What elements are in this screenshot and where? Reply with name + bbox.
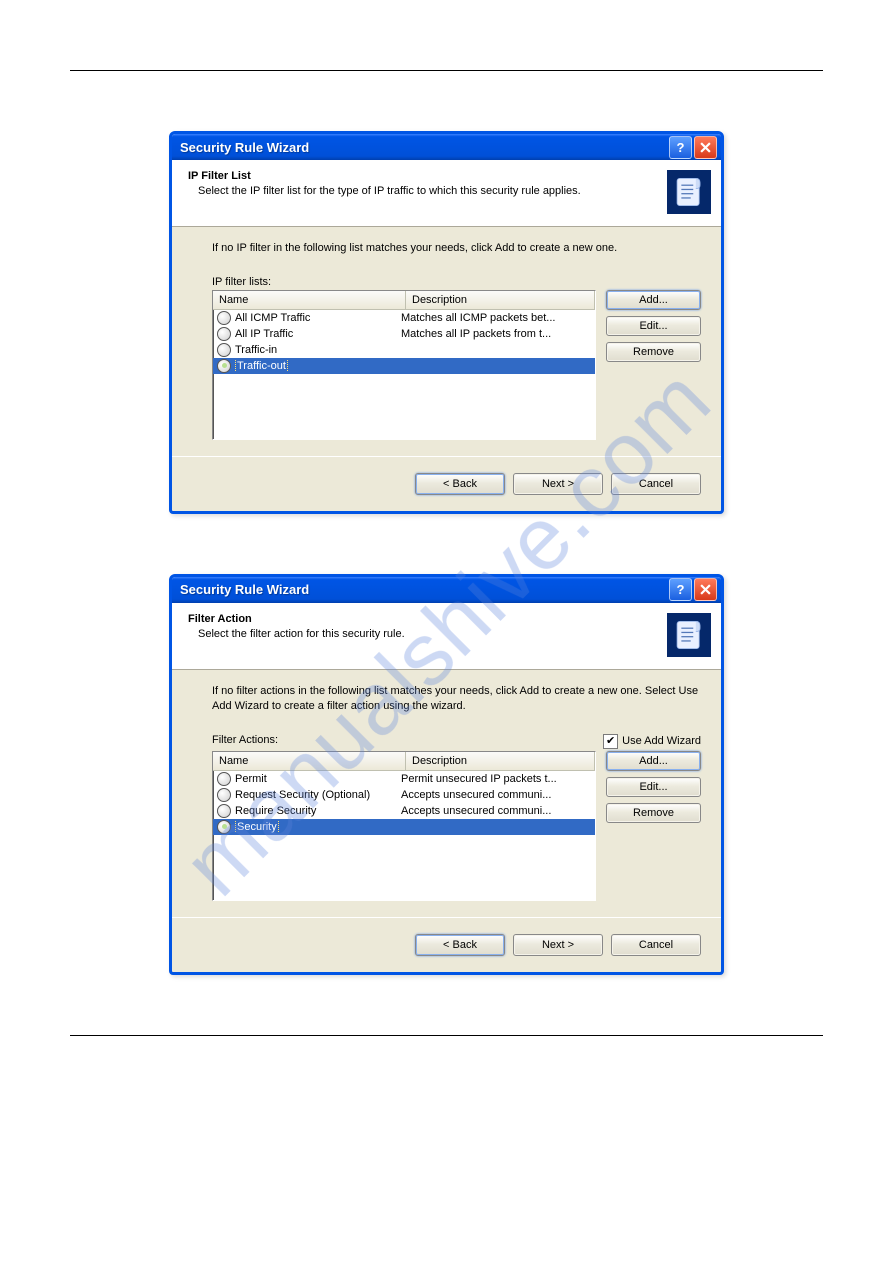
header-title: Filter Action bbox=[188, 613, 659, 625]
list-item-name: Security bbox=[235, 821, 401, 833]
page-bottom-rule bbox=[70, 1035, 823, 1036]
wizard-footer: < Back Next > Cancel bbox=[172, 456, 721, 511]
filter-listbox[interactable]: Name Description All ICMP Traffic Matche… bbox=[212, 290, 596, 440]
help-button[interactable]: ? bbox=[669, 578, 692, 601]
add-button[interactable]: Add... bbox=[606, 751, 701, 771]
radio-icon[interactable] bbox=[217, 820, 231, 834]
wizard-header: Filter Action Select the filter action f… bbox=[172, 603, 721, 670]
next-button[interactable]: Next > bbox=[513, 934, 603, 956]
list-item[interactable]: Require Security Accepts unsecured commu… bbox=[213, 803, 595, 819]
close-button[interactable] bbox=[694, 136, 717, 159]
instruction-text: If no IP filter in the following list ma… bbox=[212, 241, 701, 256]
edit-button[interactable]: Edit... bbox=[606, 777, 701, 797]
help-button[interactable]: ? bbox=[669, 136, 692, 159]
list-item-description: Accepts unsecured communi... bbox=[401, 789, 591, 801]
list-item-name: All IP Traffic bbox=[235, 328, 401, 340]
window-title: Security Rule Wizard bbox=[180, 582, 667, 597]
page-top-rule bbox=[70, 70, 823, 71]
titlebar[interactable]: Security Rule Wizard ? bbox=[172, 134, 721, 160]
cancel-button[interactable]: Cancel bbox=[611, 473, 701, 495]
list-item[interactable]: Traffic-in bbox=[213, 342, 595, 358]
header-title: IP Filter List bbox=[188, 170, 659, 182]
edit-button[interactable]: Edit... bbox=[606, 316, 701, 336]
column-header-name[interactable]: Name bbox=[213, 291, 406, 310]
list-item-name: Traffic-out bbox=[235, 360, 401, 372]
back-button[interactable]: < Back bbox=[415, 473, 505, 495]
scroll-icon bbox=[667, 613, 711, 657]
list-item-description: Accepts unsecured communi... bbox=[401, 805, 591, 817]
remove-button[interactable]: Remove bbox=[606, 342, 701, 362]
list-item-name: Traffic-in bbox=[235, 344, 401, 356]
list-label: IP filter lists: bbox=[212, 276, 701, 288]
list-item-name: Permit bbox=[235, 773, 401, 785]
list-item-description: Permit unsecured IP packets t... bbox=[401, 773, 591, 785]
radio-icon[interactable] bbox=[217, 343, 231, 357]
window-title: Security Rule Wizard bbox=[180, 140, 667, 155]
list-item[interactable]: All IP Traffic Matches all IP packets fr… bbox=[213, 326, 595, 342]
radio-icon[interactable] bbox=[217, 788, 231, 802]
dialog: Security Rule Wizard ? IP Filter List Se… bbox=[169, 131, 724, 514]
instruction-text: If no filter actions in the following li… bbox=[212, 684, 701, 714]
list-item-description: Matches all ICMP packets bet... bbox=[401, 312, 591, 324]
column-header-name[interactable]: Name bbox=[213, 752, 406, 771]
list-item-description: Matches all IP packets from t... bbox=[401, 328, 591, 340]
list-label: Filter Actions: bbox=[212, 734, 278, 746]
radio-icon[interactable] bbox=[217, 772, 231, 786]
filter-listbox[interactable]: Name Description Permit Permit unsecured… bbox=[212, 751, 596, 901]
radio-icon[interactable] bbox=[217, 327, 231, 341]
close-button[interactable] bbox=[694, 578, 717, 601]
list-item-name: Request Security (Optional) bbox=[235, 789, 401, 801]
header-subtitle: Select the filter action for this securi… bbox=[198, 628, 659, 640]
column-header-description[interactable]: Description bbox=[406, 752, 595, 771]
radio-icon[interactable] bbox=[217, 359, 231, 373]
dialog: Security Rule Wizard ? Filter Action Sel… bbox=[169, 574, 724, 975]
wizard-footer: < Back Next > Cancel bbox=[172, 917, 721, 972]
list-item-name: Require Security bbox=[235, 805, 401, 817]
list-item[interactable]: Security bbox=[213, 819, 595, 835]
next-button[interactable]: Next > bbox=[513, 473, 603, 495]
wizard-header: IP Filter List Select the IP filter list… bbox=[172, 160, 721, 227]
list-item[interactable]: Request Security (Optional) Accepts unse… bbox=[213, 787, 595, 803]
cancel-button[interactable]: Cancel bbox=[611, 934, 701, 956]
add-button[interactable]: Add... bbox=[606, 290, 701, 310]
remove-button[interactable]: Remove bbox=[606, 803, 701, 823]
titlebar[interactable]: Security Rule Wizard ? bbox=[172, 577, 721, 603]
radio-icon[interactable] bbox=[217, 311, 231, 325]
column-header-description[interactable]: Description bbox=[406, 291, 595, 310]
use-add-wizard-label: Use Add Wizard bbox=[622, 735, 701, 747]
list-item-name: All ICMP Traffic bbox=[235, 312, 401, 324]
list-item[interactable]: Traffic-out bbox=[213, 358, 595, 374]
use-add-wizard-checkbox[interactable]: ✔ bbox=[603, 734, 618, 749]
header-subtitle: Select the IP filter list for the type o… bbox=[198, 185, 659, 197]
back-button[interactable]: < Back bbox=[415, 934, 505, 956]
radio-icon[interactable] bbox=[217, 804, 231, 818]
list-item[interactable]: All ICMP Traffic Matches all ICMP packet… bbox=[213, 310, 595, 326]
scroll-icon bbox=[667, 170, 711, 214]
list-item[interactable]: Permit Permit unsecured IP packets t... bbox=[213, 771, 595, 787]
